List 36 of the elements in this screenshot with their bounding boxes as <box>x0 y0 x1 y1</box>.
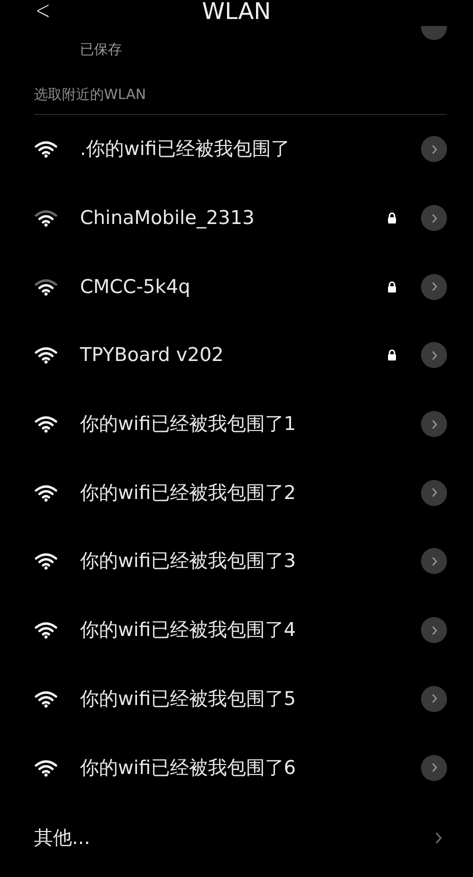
details-button[interactable] <box>421 480 447 506</box>
chevron-icon <box>430 693 438 704</box>
page-title: WLAN <box>202 0 272 25</box>
network-name[interactable]: TPYBoard v202 <box>80 344 387 366</box>
chevron-icon <box>430 762 438 774</box>
chevron-icon <box>430 624 438 636</box>
details-button[interactable] <box>421 411 447 438</box>
details-button[interactable] <box>421 754 447 781</box>
details-button[interactable] <box>421 686 447 712</box>
network-name[interactable]: .你的wifi已经被我包围了 <box>80 136 387 162</box>
saved-status: 已保存 <box>80 41 122 59</box>
details-button[interactable] <box>421 205 447 232</box>
details-button[interactable] <box>421 342 447 368</box>
network-name[interactable]: ChinaMobile_2313 <box>80 207 387 230</box>
back-button[interactable]: < <box>32 0 54 26</box>
chevron-icon <box>430 418 438 430</box>
section-title: 选取附近的WLAN <box>34 86 146 104</box>
details-button[interactable] <box>421 617 447 644</box>
chevron-icon <box>434 830 443 846</box>
network-name[interactable]: 你的wifi已经被我包围了6 <box>80 754 387 781</box>
chevron-icon <box>430 212 438 224</box>
network-name[interactable]: CMCC-5k4q <box>80 276 387 298</box>
chevron-icon <box>430 281 438 292</box>
chevron-icon <box>430 487 438 498</box>
details-button[interactable] <box>421 548 447 574</box>
network-name[interactable]: 你的wifi已经被我包围了2 <box>80 480 387 506</box>
network-name[interactable]: 你的wifi已经被我包围了5 <box>80 686 387 712</box>
details-button[interactable] <box>421 136 447 162</box>
network-name[interactable]: 你的wifi已经被我包围了1 <box>80 411 387 438</box>
network-name[interactable]: 你的wifi已经被我包围了4 <box>80 617 387 644</box>
details-button[interactable] <box>421 274 447 300</box>
chevron-icon <box>430 556 438 567</box>
chevron-icon <box>430 350 438 361</box>
other-network-item[interactable]: 其他... <box>34 824 90 851</box>
chevron-icon <box>430 144 438 155</box>
network-name[interactable]: 你的wifi已经被我包围了3 <box>80 548 387 574</box>
